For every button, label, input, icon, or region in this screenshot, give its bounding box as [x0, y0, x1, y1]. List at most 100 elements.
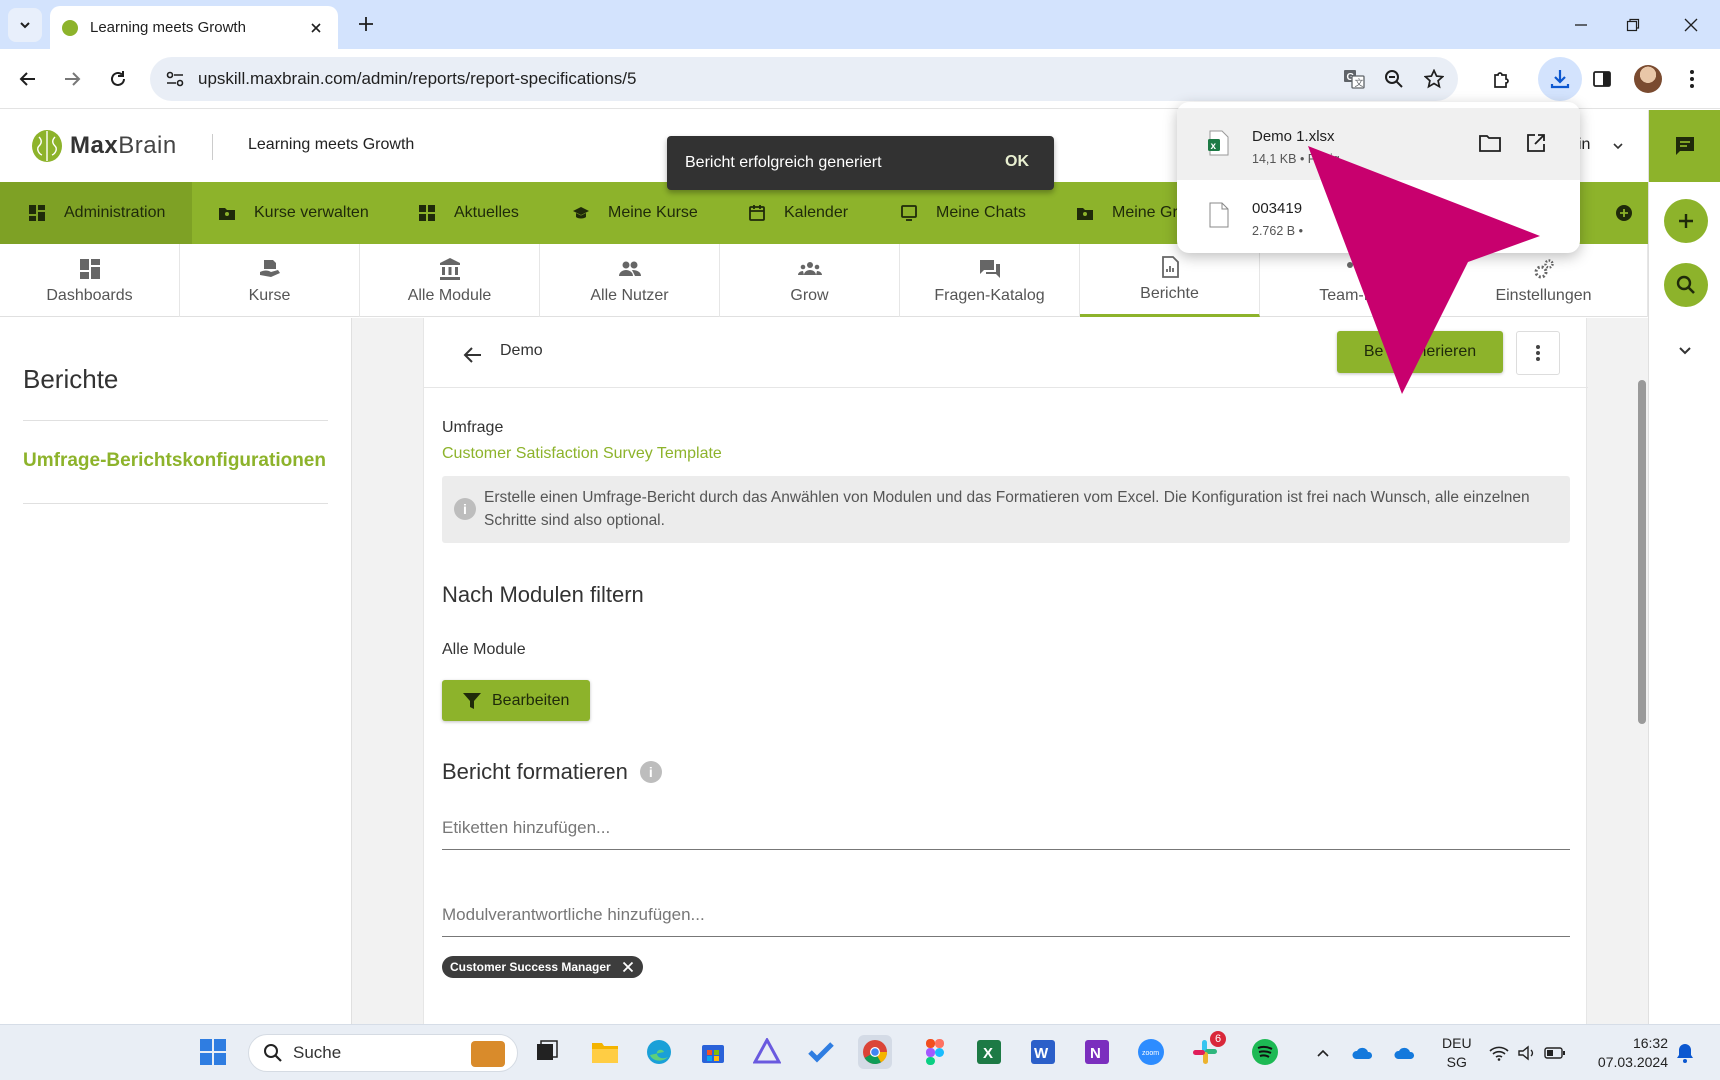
module-owners-input[interactable]: [442, 893, 1570, 936]
info-icon: i: [454, 498, 476, 520]
download-item[interactable]: 003419 2.762 B •: [1177, 180, 1580, 252]
generate-report-button[interactable]: Be nerieren: [1337, 331, 1503, 373]
close-tab-icon[interactable]: [306, 18, 326, 38]
windows-taskbar: Suche X W N zoom 6 DEU SG 16:32 07.03.20…: [0, 1024, 1720, 1080]
onenote-icon[interactable]: N: [1080, 1035, 1114, 1069]
search-button[interactable]: [1664, 263, 1708, 307]
task-view-icon[interactable]: [530, 1035, 564, 1069]
notifications-bell-icon[interactable]: [1674, 1042, 1696, 1064]
chevron-down-icon[interactable]: [1612, 140, 1624, 152]
windows-start-icon[interactable]: [196, 1035, 230, 1069]
nav-item-meine-chats[interactable]: Meine Chats: [900, 182, 1026, 244]
tags-input[interactable]: [442, 806, 1570, 849]
input-language[interactable]: DEU SG: [1442, 1034, 1472, 1072]
download-status: 14,1 KB • Fertig: [1252, 152, 1340, 166]
microsoft-store-icon[interactable]: [696, 1035, 730, 1069]
team-icon: [1346, 261, 1353, 268]
downloads-button[interactable]: [1538, 57, 1582, 101]
tab-label: Grow: [790, 286, 829, 304]
calendar-icon: [749, 205, 765, 221]
extensions-button[interactable]: [1484, 61, 1520, 97]
close-window-button[interactable]: [1674, 8, 1708, 42]
scrollbar-thumb[interactable]: [1638, 380, 1646, 724]
bookmark-star-icon[interactable]: [1418, 63, 1450, 95]
tab-grow[interactable]: Grow: [720, 244, 900, 317]
edge-icon[interactable]: [642, 1035, 676, 1069]
sidebar-item-survey-report-configs[interactable]: Umfrage-Berichtskonfigurationen: [23, 450, 326, 472]
tab-dashboards[interactable]: Dashboards: [0, 244, 180, 317]
browser-tab[interactable]: Learning meets Growth: [50, 6, 338, 49]
taskbar-clock[interactable]: 16:32 07.03.2024: [1590, 1034, 1668, 1072]
chevron-up-icon[interactable]: [1312, 1042, 1334, 1064]
page-scrollbar[interactable]: [1636, 318, 1648, 1024]
nav-item-kurse-verwalten[interactable]: Kurse verwalten: [218, 182, 369, 244]
tab-alle-nutzer[interactable]: Alle Nutzer: [540, 244, 720, 317]
snackbar-ok-button[interactable]: OK: [1005, 153, 1029, 171]
chat-button[interactable]: [1649, 110, 1720, 182]
wifi-icon[interactable]: [1488, 1042, 1510, 1064]
address-bar[interactable]: upskill.maxbrain.com/admin/reports/repor…: [150, 57, 1458, 101]
tab-berichte[interactable]: Berichte: [1080, 244, 1260, 317]
add-circle-icon[interactable]: [1616, 205, 1632, 221]
spotify-icon[interactable]: [1248, 1035, 1282, 1069]
volume-icon[interactable]: [1516, 1042, 1538, 1064]
nav-label: Meine Gru: [1112, 204, 1187, 221]
nav-item-kalender[interactable]: Kalender: [748, 182, 848, 244]
zoom-app-icon[interactable]: zoom: [1134, 1035, 1168, 1069]
affinity-icon[interactable]: [750, 1035, 784, 1069]
battery-icon[interactable]: [1544, 1042, 1566, 1064]
help-icon[interactable]: i: [639, 761, 662, 783]
forward-button[interactable]: [54, 61, 90, 97]
onedrive-business-icon[interactable]: [1394, 1042, 1416, 1064]
tab-alle-module[interactable]: Alle Module: [360, 244, 540, 317]
remove-chip-icon[interactable]: [621, 960, 635, 974]
tab-fragen-katalog[interactable]: Fragen-Katalog: [900, 244, 1080, 317]
todo-icon[interactable]: [804, 1035, 838, 1069]
tab-search-button[interactable]: [8, 8, 42, 42]
folder-group-icon: [1077, 208, 1093, 220]
back-button[interactable]: [10, 61, 46, 97]
add-button[interactable]: [1664, 199, 1708, 243]
show-in-folder-icon[interactable]: [1477, 130, 1503, 156]
translate-icon[interactable]: G文: [1338, 63, 1370, 95]
open-external-icon[interactable]: [1523, 130, 1549, 156]
tags-field[interactable]: [442, 806, 1570, 850]
svg-text:zoom: zoom: [1142, 1050, 1159, 1057]
chrome-icon[interactable]: [858, 1035, 892, 1069]
module-owners-field[interactable]: [442, 893, 1570, 937]
more-vertical-icon: [1536, 345, 1540, 361]
owner-chip: Customer Success Manager: [442, 956, 643, 978]
more-options-button[interactable]: [1516, 331, 1560, 375]
tab-einstellungen[interactable]: Einstellungen: [1440, 244, 1648, 317]
file-explorer-icon[interactable]: [588, 1035, 622, 1069]
onedrive-icon[interactable]: [1352, 1042, 1374, 1064]
back-arrow-icon[interactable]: [460, 342, 486, 368]
tab-team-ergebnisse[interactable]: Team-Er: [1260, 244, 1440, 317]
arrow-left-icon: [19, 72, 35, 86]
nav-item-aktuelles[interactable]: Aktuelles: [418, 182, 519, 244]
edit-filter-button[interactable]: Bearbeiten: [442, 680, 590, 721]
slack-icon[interactable]: 6: [1188, 1031, 1226, 1069]
nav-item-administration[interactable]: Administration: [0, 182, 192, 244]
excel-icon[interactable]: X: [972, 1035, 1006, 1069]
minimize-button[interactable]: [1564, 8, 1598, 42]
nav-item-meine-gruppen[interactable]: Meine Gru: [1076, 182, 1187, 244]
tab-label: Team-Er: [1319, 286, 1380, 304]
word-icon[interactable]: W: [1026, 1035, 1060, 1069]
zoom-icon[interactable]: [1378, 63, 1410, 95]
taskbar-search[interactable]: Suche: [248, 1034, 518, 1072]
generic-file-icon: [1209, 202, 1229, 228]
figma-icon[interactable]: [918, 1035, 952, 1069]
side-panel-button[interactable]: [1584, 61, 1620, 97]
download-item[interactable]: x Demo 1.xlsx 14,1 KB • Fertig: [1177, 108, 1580, 180]
restore-button[interactable]: [1616, 8, 1650, 42]
reload-button[interactable]: [100, 61, 136, 97]
browser-menu-button[interactable]: [1674, 61, 1710, 97]
profile-avatar[interactable]: [1634, 65, 1662, 93]
tab-kurse[interactable]: Kurse: [180, 244, 360, 317]
maxbrain-logo[interactable]: MaxBrain: [30, 128, 177, 164]
chevron-down-icon[interactable]: [1673, 338, 1697, 362]
new-tab-button[interactable]: [352, 10, 380, 38]
survey-name-link[interactable]: Customer Satisfaction Survey Template: [442, 445, 722, 463]
nav-item-meine-kurse[interactable]: Meine Kurse: [572, 182, 698, 244]
